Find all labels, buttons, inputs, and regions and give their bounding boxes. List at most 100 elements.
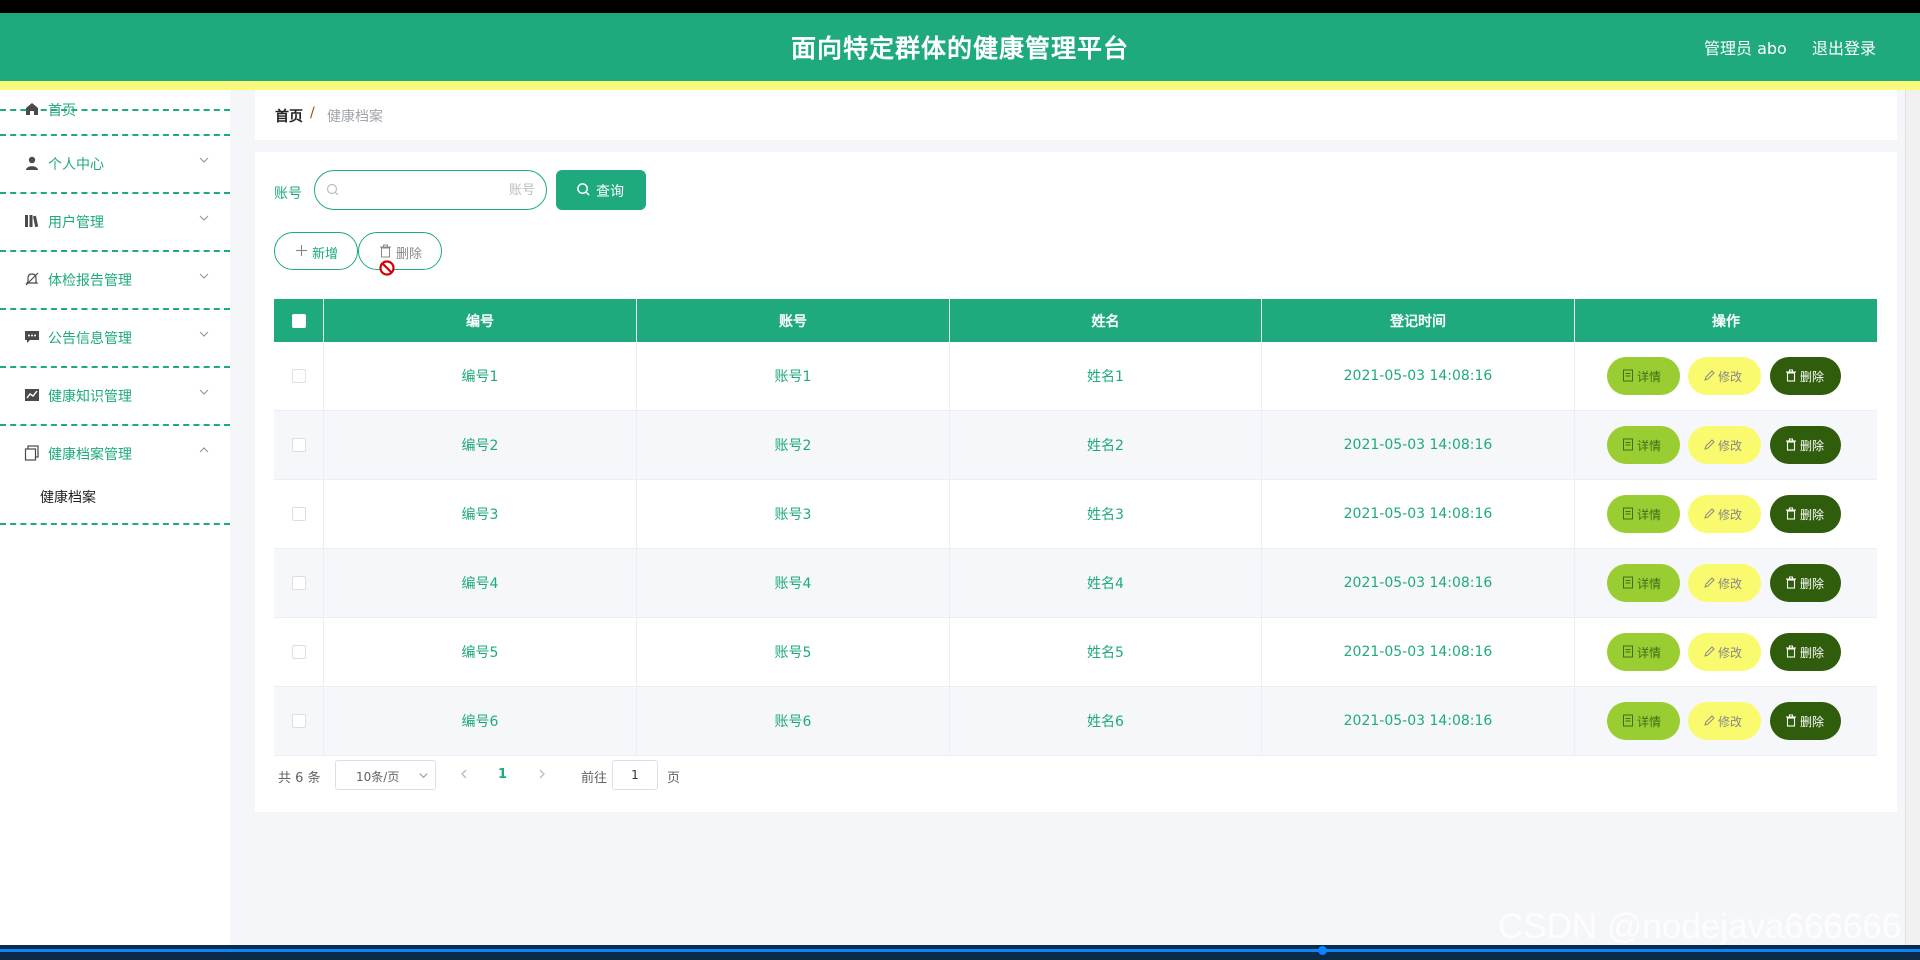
- not-allowed-cursor-icon: [379, 260, 395, 276]
- batch-delete-label: 删除: [396, 247, 423, 262]
- sidebar-item-personal-center[interactable]: 个人中心: [0, 136, 230, 194]
- edit-button[interactable]: 修改: [1688, 702, 1761, 740]
- detail-button[interactable]: 详情: [1607, 633, 1680, 671]
- sidebar-item-label: 健康知识管理: [48, 389, 132, 405]
- detail-button[interactable]: 详情: [1607, 426, 1680, 464]
- next-page-icon[interactable]: [536, 768, 548, 780]
- table-cell: 2021-05-03 14:08:16: [1262, 618, 1575, 686]
- detail-button[interactable]: 详情: [1607, 564, 1680, 602]
- search-field[interactable]: [314, 170, 547, 210]
- detail-button-label: 详情: [1637, 577, 1662, 591]
- breadcrumb-home[interactable]: 首页: [275, 106, 303, 126]
- breadcrumb: 首页 / 健康档案: [255, 90, 1897, 140]
- table-cell: 2021-05-03 14:08:16: [1262, 687, 1575, 755]
- delete-button-label: 删除: [1800, 646, 1825, 660]
- delete-button[interactable]: 删除: [1770, 564, 1841, 602]
- delete-button[interactable]: 删除: [1770, 495, 1841, 533]
- table-cell: 账号1: [637, 342, 950, 410]
- delete-button[interactable]: 删除: [1770, 426, 1841, 464]
- plus-icon: [296, 245, 307, 256]
- trash-icon: [1786, 438, 1796, 451]
- sidebar-item-home[interactable]: 首页: [0, 90, 230, 119]
- sidebar-item-label: 首页: [48, 103, 76, 119]
- delete-button[interactable]: 删除: [1770, 633, 1841, 671]
- sidebar-subitem-health-record[interactable]: 健康档案: [40, 487, 96, 507]
- breadcrumb-separator: /: [310, 105, 315, 121]
- batch-delete-button[interactable]: 删除: [358, 232, 442, 270]
- watermark: CSDN @nodejava666666: [1498, 907, 1902, 946]
- chevron-down-icon: [199, 273, 209, 279]
- actions-cell: 详情 修改 删除: [1575, 342, 1877, 410]
- trash-icon: [1786, 369, 1796, 382]
- user-label: 管理员 abo: [1704, 39, 1787, 58]
- table-row: 编号2 账号2 姓名2 2021-05-03 14:08:16 详情 修改 删除: [274, 411, 1877, 480]
- row-select-cell: [274, 342, 324, 410]
- data-table: 编号 账号 姓名 登记时间 操作 编号1 账号1 姓名1 2021-05-03 14:…: [274, 299, 1877, 756]
- edit-button-label: 修改: [1718, 577, 1743, 591]
- delete-button[interactable]: 删除: [1770, 357, 1841, 395]
- edit-button[interactable]: 修改: [1688, 426, 1761, 464]
- progress-line: [0, 949, 1920, 952]
- page-number[interactable]: 1: [498, 767, 507, 782]
- row-checkbox[interactable]: [291, 645, 306, 659]
- table-cell: 姓名2: [950, 411, 1262, 479]
- column-header[interactable]: 编号: [324, 299, 637, 342]
- table-cell: 账号3: [637, 480, 950, 548]
- table-cell: 账号6: [637, 687, 950, 755]
- row-checkbox[interactable]: [291, 507, 306, 521]
- edit-button[interactable]: 修改: [1688, 633, 1761, 671]
- query-button-label: 查询: [596, 184, 624, 200]
- delete-button[interactable]: 删除: [1770, 702, 1841, 740]
- edit-button[interactable]: 修改: [1688, 357, 1761, 395]
- search-input[interactable]: [345, 179, 535, 201]
- sidebar-item-checkup-report-management[interactable]: 体检报告管理: [0, 252, 230, 310]
- trash-icon: [1786, 576, 1796, 589]
- row-checkbox[interactable]: [291, 714, 306, 728]
- table-cell: 姓名6: [950, 687, 1262, 755]
- detail-button-label: 详情: [1637, 646, 1662, 660]
- row-checkbox[interactable]: [291, 576, 306, 590]
- table-cell: 账号5: [637, 618, 950, 686]
- table-row: 编号1 账号1 姓名1 2021-05-03 14:08:16 详情 修改 删除: [274, 342, 1877, 411]
- sidebar-item-announcement-management[interactable]: 公告信息管理: [0, 310, 230, 368]
- column-header[interactable]: 账号: [637, 299, 950, 342]
- detail-button[interactable]: 详情: [1607, 357, 1680, 395]
- edit-button[interactable]: 修改: [1688, 564, 1761, 602]
- chevron-down-icon: [199, 215, 209, 221]
- goto-page-input[interactable]: [612, 760, 658, 790]
- sidebar-item-health-knowledge-management[interactable]: 健康知识管理: [0, 368, 230, 426]
- add-button[interactable]: 新增: [274, 232, 358, 270]
- delete-button-label: 删除: [1800, 370, 1825, 384]
- select-all-checkbox[interactable]: [291, 313, 306, 328]
- table-cell: 账号2: [637, 411, 950, 479]
- content-panel: 账号 查询 新增 删除 编号 账号 姓名 登记时间 操作: [255, 152, 1897, 812]
- query-button[interactable]: 查询: [556, 170, 646, 210]
- delete-button-label: 删除: [1800, 577, 1825, 591]
- breadcrumb-current: 健康档案: [327, 109, 383, 125]
- detail-button[interactable]: 详情: [1607, 702, 1680, 740]
- document-icon: [1623, 507, 1633, 520]
- row-checkbox[interactable]: [291, 438, 306, 452]
- trash-icon: [1786, 645, 1796, 658]
- column-header[interactable]: 姓名: [950, 299, 1262, 342]
- edit-button-label: 修改: [1718, 370, 1743, 384]
- detail-button[interactable]: 详情: [1607, 495, 1680, 533]
- table-cell: 编号4: [324, 549, 637, 617]
- column-header[interactable]: 登记时间: [1262, 299, 1575, 342]
- row-select-cell: [274, 411, 324, 479]
- page-size-value: 10条/页: [356, 770, 400, 784]
- pencil-icon: [1704, 439, 1715, 450]
- logout-button[interactable]: 退出登录: [1812, 35, 1876, 59]
- chevron-up-icon: [199, 447, 209, 453]
- vertical-scrollbar[interactable]: [1905, 90, 1920, 945]
- chart-icon: [25, 389, 39, 401]
- prev-page-icon[interactable]: [458, 768, 470, 780]
- row-checkbox[interactable]: [291, 369, 306, 383]
- sidebar-item-user-management[interactable]: 用户管理: [0, 194, 230, 252]
- page-size-select[interactable]: 10条/页: [335, 760, 436, 790]
- bottom-bar: [0, 945, 1920, 960]
- document-icon: [1623, 369, 1633, 382]
- detail-button-label: 详情: [1637, 439, 1662, 453]
- edit-button[interactable]: 修改: [1688, 495, 1761, 533]
- actions-cell: 详情 修改 删除: [1575, 480, 1877, 548]
